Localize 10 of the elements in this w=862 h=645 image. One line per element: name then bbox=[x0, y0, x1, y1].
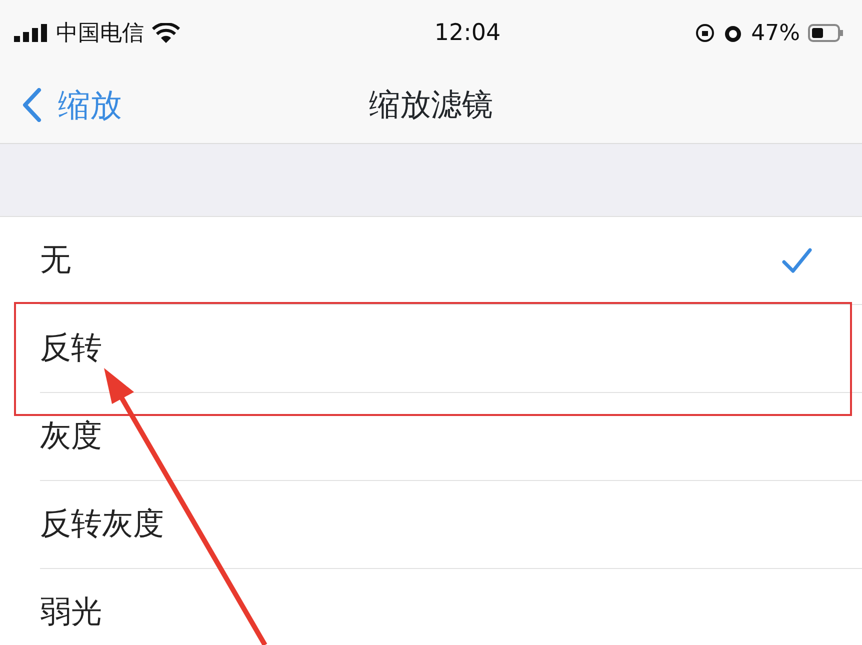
battery-icon bbox=[808, 24, 844, 42]
page-title: 缩放滤镜 bbox=[369, 86, 493, 122]
battery-percentage: 47% bbox=[751, 20, 800, 48]
wifi-icon bbox=[152, 23, 180, 43]
clock-time: 12:04 bbox=[434, 18, 501, 48]
chevron-left-icon bbox=[22, 88, 42, 122]
alarm-clock-icon bbox=[723, 23, 744, 43]
carrier-name: 中国电信 bbox=[56, 20, 144, 48]
signal-icon bbox=[14, 24, 48, 42]
rotation-lock-icon bbox=[695, 23, 716, 43]
